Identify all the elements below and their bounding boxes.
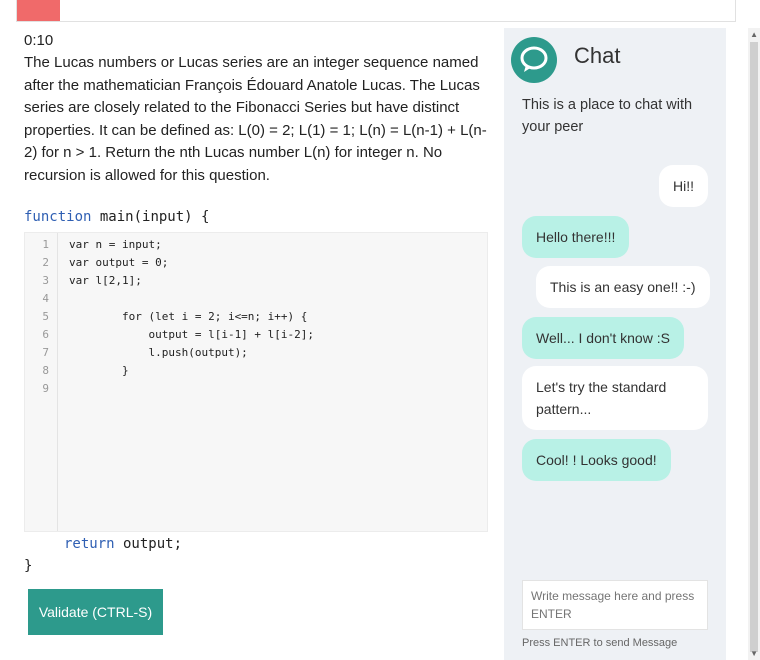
code-line[interactable]: output = l[i-1] + l[i-2]; (69, 326, 314, 344)
line-number: 9 (42, 382, 49, 395)
code-line[interactable]: } (69, 362, 129, 380)
line-number: 5 (42, 310, 49, 323)
timer: 0:10 (24, 32, 54, 49)
chat-description: This is a place to chat with your peer (522, 97, 693, 135)
line-number: 6 (42, 328, 49, 341)
code-line[interactable]: var output = 0; (69, 254, 168, 272)
chat-bubble-icon (511, 37, 557, 83)
line-number: 8 (42, 364, 49, 377)
progress-fill (17, 0, 61, 21)
chat-panel: Chat This is a place to chat with your p… (504, 28, 726, 660)
chat-message-input[interactable] (522, 580, 708, 630)
chat-message-mine: Hi!! (659, 165, 708, 207)
code-line[interactable]: var l[2,1]; (69, 272, 142, 290)
code-line[interactable]: for (let i = 2; i<=n; i++) { (69, 308, 307, 326)
line-number: 1 (42, 238, 49, 251)
line-number: 3 (42, 274, 49, 287)
scroll-down-arrow-icon[interactable]: ▼ (750, 649, 758, 658)
line-number: 7 (42, 346, 49, 359)
chat-title: Chat (574, 43, 621, 68)
scroll-up-arrow-icon[interactable]: ▲ (750, 30, 758, 39)
chat-message-mine: This is an easy one!! :-) (536, 266, 710, 308)
function-header: function main(input) { (24, 209, 209, 225)
closing-brace: } (24, 558, 33, 574)
function-keyword: function (24, 209, 92, 225)
code-line[interactable]: var n = input; (69, 236, 162, 254)
question-text: The Lucas numbers or Lucas series are an… (24, 54, 487, 184)
validate-button[interactable]: Validate (CTRL-S) (28, 589, 163, 635)
return-keyword: return (64, 536, 115, 552)
line-number: 2 (42, 256, 49, 269)
function-signature: main(input) { (91, 209, 210, 225)
chat-message-peer: Hello there!!! (522, 216, 630, 258)
chat-message-peer: Well... I don't know :S (522, 317, 684, 359)
return-value: output; (114, 536, 183, 552)
chat-message-mine: Let's try the standard pattern... (522, 366, 708, 430)
chat-message-peer: Cool! ! Looks good! (522, 439, 671, 481)
code-editor[interactable]: 1 var n = input; 2 var output = 0; 3 var… (24, 232, 488, 532)
return-statement: return output; (64, 536, 182, 552)
progress-bar (16, 0, 736, 22)
code-line[interactable]: l.push(output); (69, 344, 247, 362)
scroll-thumb[interactable] (750, 42, 758, 652)
send-hint: Press ENTER to send Message (522, 637, 678, 649)
line-number: 4 (42, 292, 49, 305)
page-scrollbar[interactable]: ▲ ▼ (748, 28, 760, 660)
